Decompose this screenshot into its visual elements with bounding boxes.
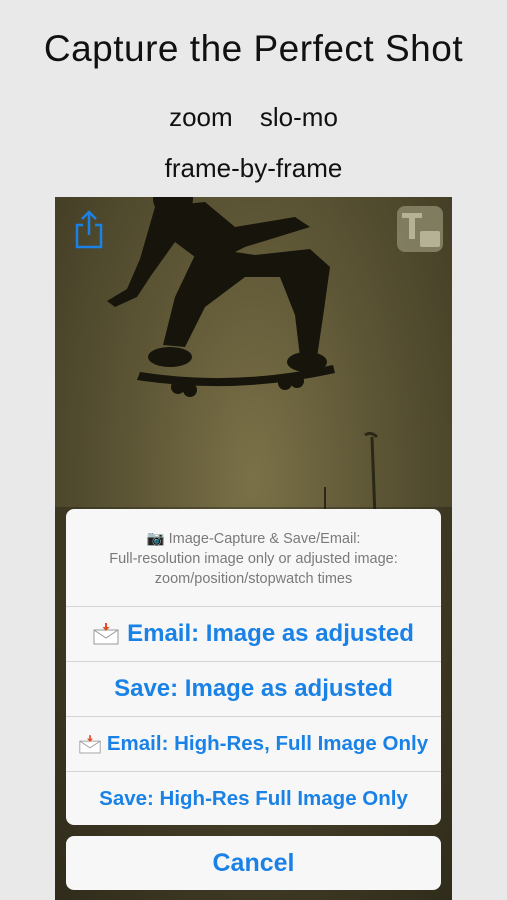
cancel-label: Cancel	[212, 848, 295, 877]
camera-icon: 📷	[146, 531, 165, 547]
save-full-label: Save: High-Res Full Image Only	[99, 787, 408, 810]
email-full-label: Email: High-Res, Full Image Only	[106, 732, 429, 755]
feature-frame-by-frame: frame-by-frame	[164, 153, 343, 183]
feature-row-2: frame-by-frame	[0, 153, 507, 184]
headline: Capture the Perfect Shot	[43, 28, 464, 69]
mail-icon	[93, 623, 119, 645]
feature-row: zoom slo-mo	[0, 102, 507, 133]
email-full-button[interactable]: Email: High-Res, Full Image Only	[66, 717, 441, 772]
save-full-button[interactable]: Save: High-Res Full Image Only	[66, 772, 441, 825]
text-overlay-button[interactable]	[396, 205, 444, 253]
share-button[interactable]	[73, 209, 105, 249]
cancel-button[interactable]: Cancel	[66, 836, 441, 890]
message-line-1: Image-Capture & Save/Email:	[168, 531, 361, 547]
mail-icon	[79, 734, 101, 753]
action-sheet-message: 📷 Image-Capture & Save/Email: Full-resol…	[66, 509, 441, 607]
action-sheet: 📷 Image-Capture & Save/Email: Full-resol…	[66, 509, 441, 825]
message-title: 📷 Image-Capture & Save/Email:	[66, 529, 441, 549]
save-adjusted-label: Save: Image as adjusted	[114, 675, 393, 702]
save-adjusted-button[interactable]: Save: Image as adjusted	[66, 662, 441, 717]
feature-zoom: zoom	[169, 102, 233, 132]
text-overlay-icon	[397, 206, 443, 252]
message-line-3: zoom/position/stopwatch times	[154, 571, 353, 587]
feature-slomo: slo-mo	[259, 102, 338, 132]
message-line-2: Full-resolution image only or adjusted i…	[109, 551, 398, 567]
email-adjusted-button[interactable]: Email: Image as adjusted	[66, 607, 441, 662]
email-adjusted-label: Email: Image as adjusted	[127, 620, 414, 647]
share-icon	[75, 210, 103, 249]
